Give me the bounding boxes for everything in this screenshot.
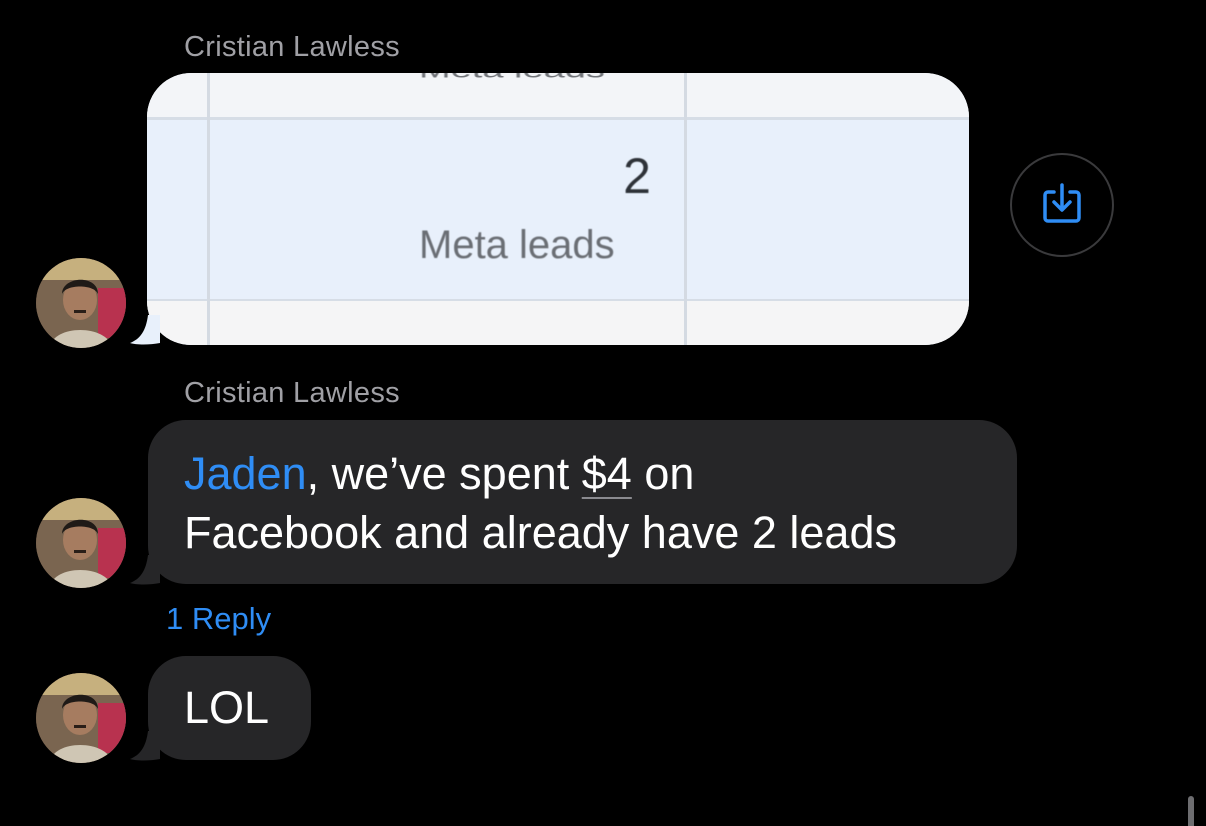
avatar[interactable]: [36, 498, 126, 588]
image-column-line: [207, 73, 210, 345]
image-cut-label: Meta leads: [419, 73, 605, 83]
image-label: Meta leads: [419, 223, 615, 267]
message-bubble[interactable]: Jaden, we’ve spent $4 on Facebook and al…: [148, 420, 1017, 584]
mention-link[interactable]: Jaden: [184, 448, 307, 499]
thread-reply-link[interactable]: 1 Reply: [166, 601, 271, 637]
image-value: 2: [623, 148, 651, 204]
download-button[interactable]: [1010, 153, 1114, 257]
sender-name: Cristian Lawless: [184, 377, 400, 409]
message-bubble[interactable]: LOL: [148, 656, 311, 760]
bubble-tail: [126, 315, 160, 345]
sender-name: Cristian Lawless: [184, 31, 400, 63]
message-text: LOL: [184, 682, 270, 733]
amount-link[interactable]: $4: [582, 448, 632, 499]
message-text: , we’ve spent: [306, 448, 582, 499]
download-icon: [1039, 180, 1085, 231]
message-text: on: [631, 448, 695, 499]
avatar[interactable]: [36, 258, 126, 348]
image-attachment[interactable]: Meta leads 2 Meta leads: [147, 73, 969, 345]
image-footer-band: [147, 301, 969, 345]
bubble-tail: [126, 731, 160, 761]
message-text-line: Jaden, we’ve spent $4 on: [184, 445, 694, 503]
avatar[interactable]: [36, 673, 126, 763]
message-text-line: Facebook and already have 2 leads: [184, 507, 897, 558]
scrollbar[interactable]: [1188, 796, 1194, 826]
chat-thread: Cristian Lawless Meta leads 2 Meta leads: [0, 0, 1206, 826]
image-divider: [147, 117, 969, 120]
image-column-line: [684, 73, 687, 345]
bubble-tail: [126, 555, 160, 585]
